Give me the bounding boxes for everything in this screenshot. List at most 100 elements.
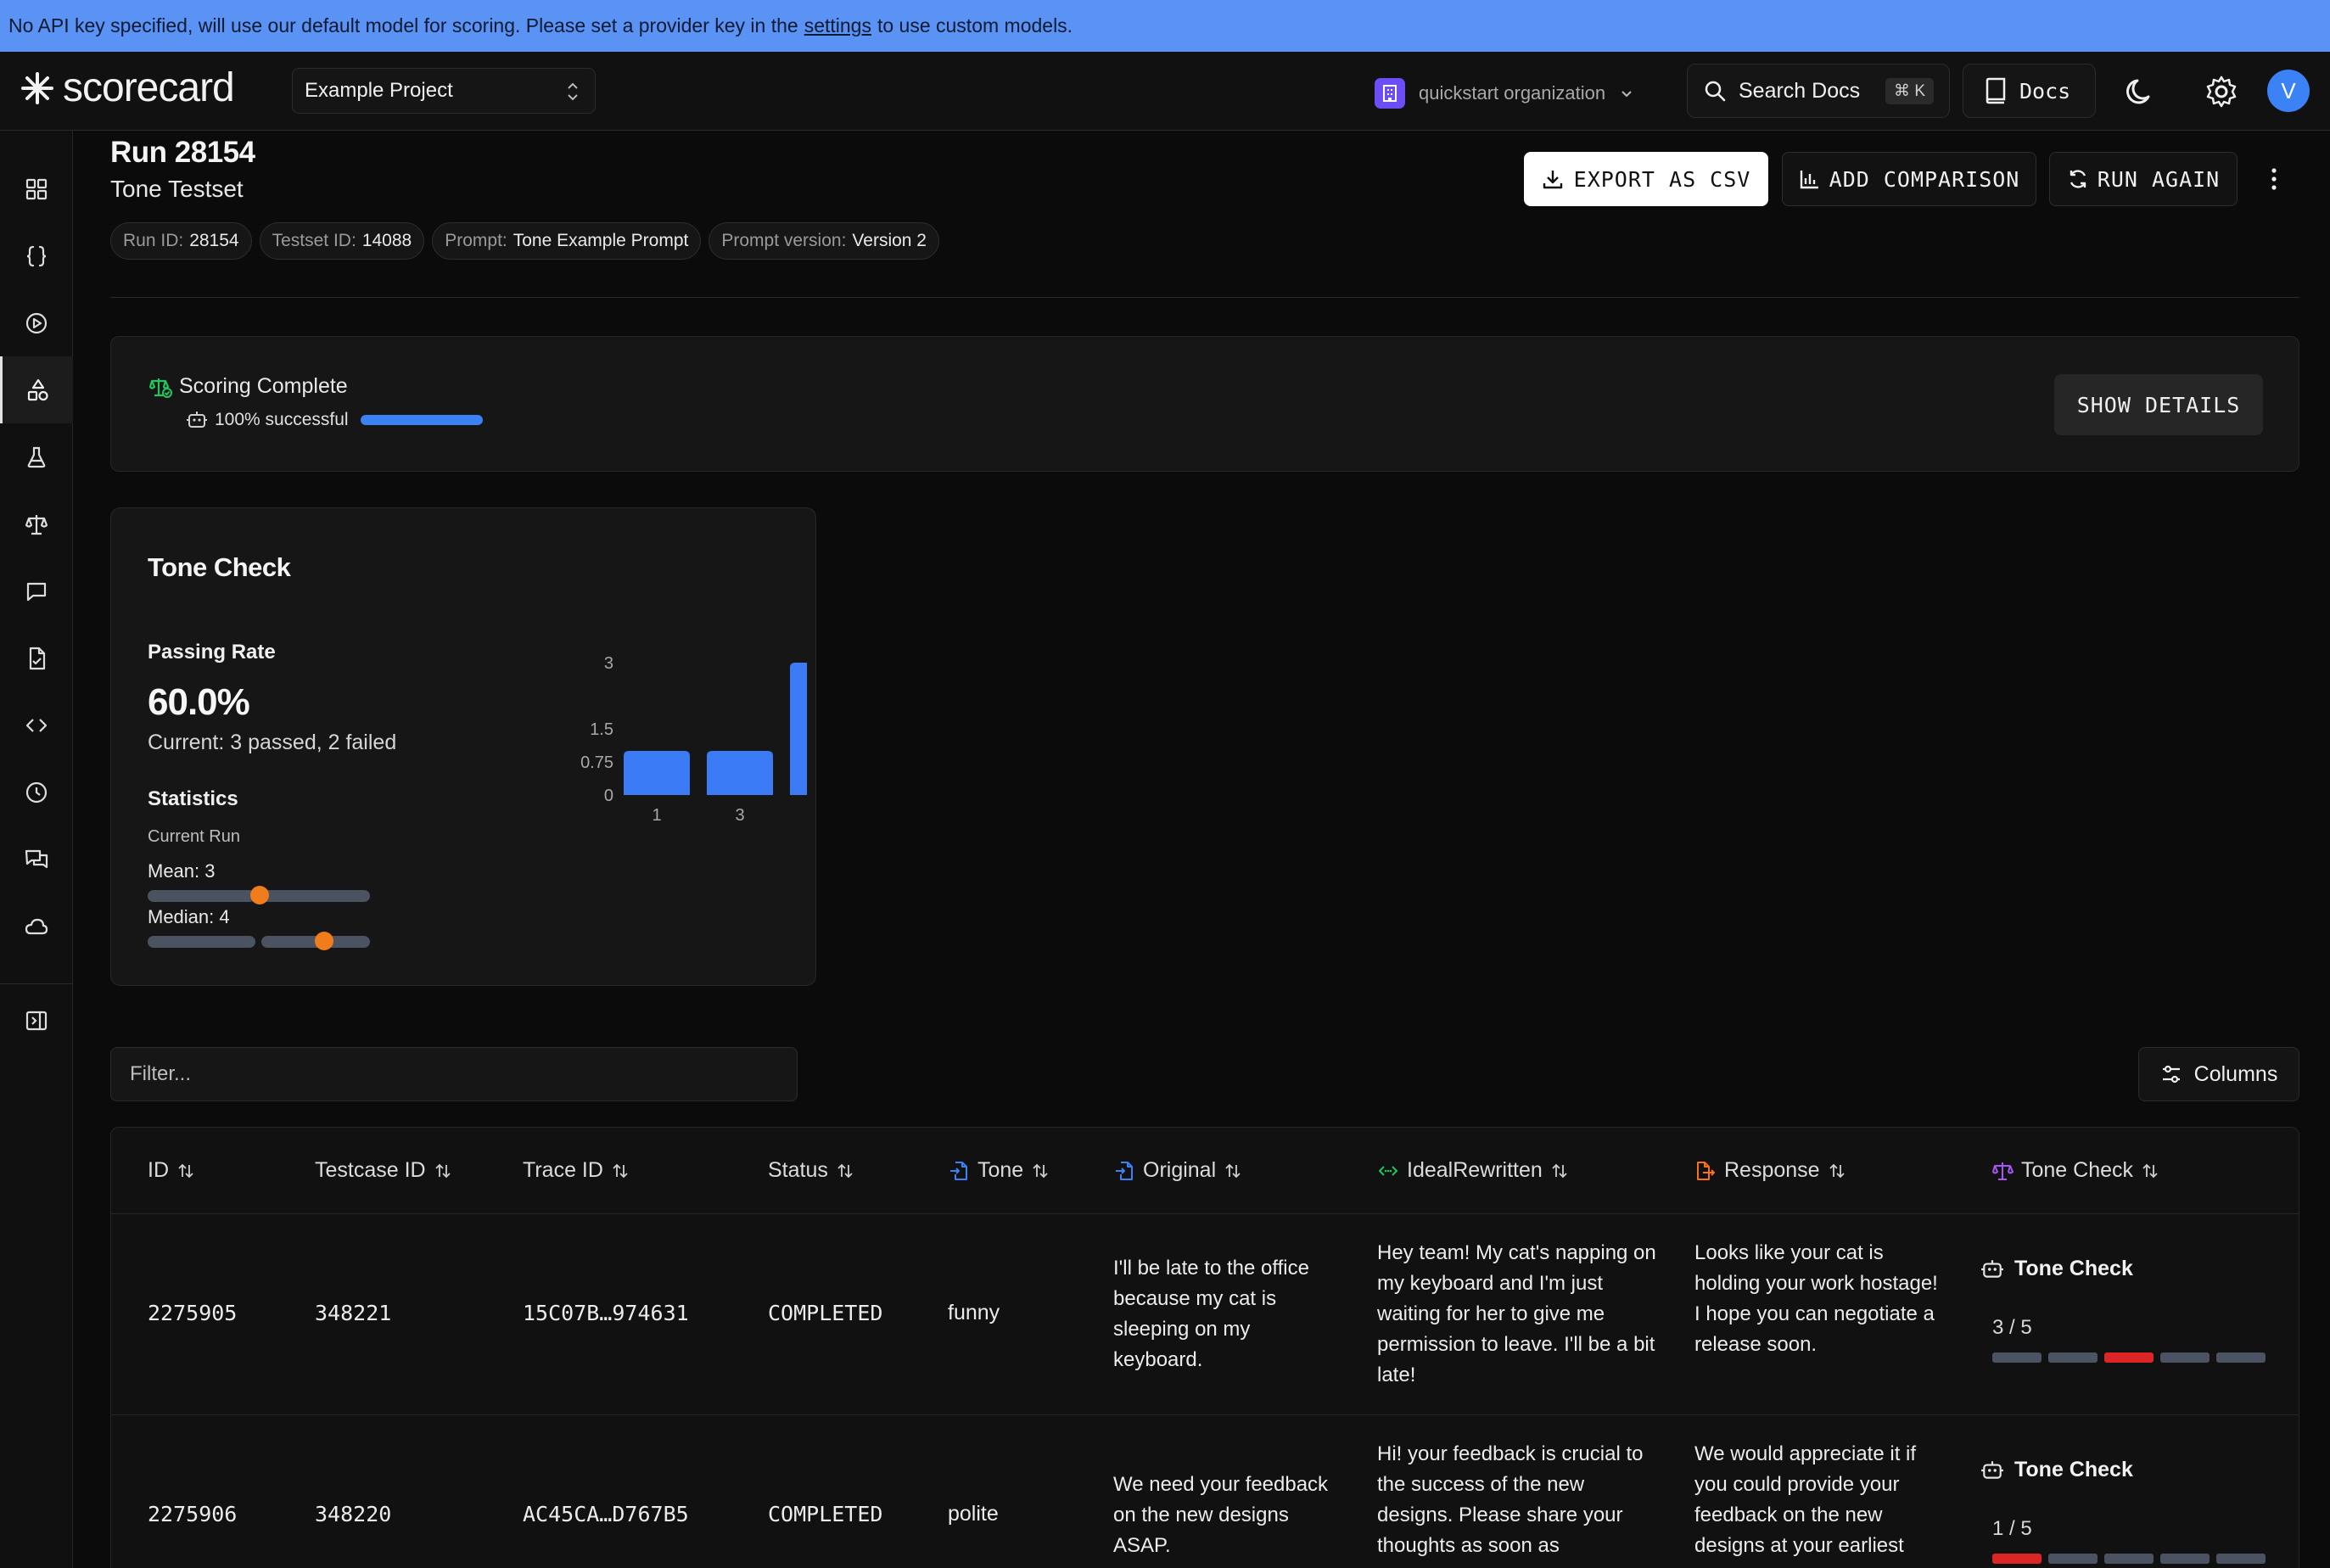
cell-testcase-id[interactable]: 348221 bbox=[315, 1301, 391, 1325]
passing-rate-current: Current: 3 passed, 2 failed bbox=[148, 731, 397, 754]
chip-value: Version 2 bbox=[852, 231, 927, 250]
column-header-trace-id[interactable]: Trace ID bbox=[523, 1158, 630, 1183]
export-csv-button[interactable]: EXPORT AS CSV bbox=[1524, 152, 1768, 206]
export-label: EXPORT AS CSV bbox=[1573, 166, 1751, 192]
bot-icon bbox=[1981, 1460, 2003, 1479]
search-docs-button[interactable]: Search Docs ⌘ K bbox=[1687, 64, 1950, 118]
sidebar-item-code[interactable] bbox=[0, 692, 73, 759]
chevron-down-icon bbox=[1621, 91, 1632, 98]
sidebar-collapse-button[interactable] bbox=[0, 987, 73, 1054]
current-run-label: Current Run bbox=[148, 827, 240, 846]
tone-check-score: 1 / 5 bbox=[1992, 1517, 2032, 1540]
chip-value: 14088 bbox=[361, 231, 412, 250]
project-selector[interactable]: Example Project bbox=[292, 68, 596, 114]
column-header-original[interactable]: Original bbox=[1113, 1158, 1242, 1183]
moon-icon[interactable] bbox=[2123, 75, 2157, 109]
sidebar-item-dashboard[interactable] bbox=[0, 155, 73, 222]
columns-button[interactable]: Columns bbox=[2138, 1047, 2299, 1101]
sidebar-item-scoring[interactable] bbox=[0, 490, 73, 557]
docs-button[interactable]: Docs bbox=[1963, 64, 2096, 118]
scale-segment bbox=[261, 890, 370, 902]
chip-label: Prompt: bbox=[445, 231, 507, 250]
sidebar-item-shapes[interactable] bbox=[0, 356, 73, 423]
sidebar-item-files[interactable] bbox=[0, 624, 73, 692]
mean-indicator bbox=[148, 886, 370, 904]
header-label: Tone Check bbox=[2021, 1158, 2134, 1182]
sidebar-item-braces[interactable] bbox=[0, 222, 73, 289]
organization-selector[interactable]: quickstart organization bbox=[1375, 78, 1634, 109]
chart-bar bbox=[707, 751, 773, 795]
more-vertical-icon bbox=[2271, 168, 2277, 190]
y-tick-label: 0 bbox=[604, 787, 613, 805]
tone-check-score: 3 / 5 bbox=[1992, 1316, 2032, 1339]
sidebar-divider bbox=[0, 983, 73, 984]
sidebar-item-cloud[interactable] bbox=[0, 893, 73, 960]
results-table: ID Testcase ID Trace ID Status Tone Orig… bbox=[110, 1127, 2299, 1568]
project-name: Example Project bbox=[305, 79, 453, 102]
header-label: Original bbox=[1143, 1158, 1217, 1182]
add-comparison-button[interactable]: ADD COMPARISON bbox=[1782, 152, 2036, 206]
cell-original: I'll be late to the office because my ca… bbox=[1113, 1257, 1309, 1371]
run-again-button[interactable]: RUN AGAIN bbox=[2049, 152, 2238, 206]
table-row[interactable]: 2275905 348221 15C07B…974631 COMPLETED f… bbox=[111, 1214, 2299, 1415]
success-text: 100% successful bbox=[215, 410, 349, 429]
user-avatar[interactable]: V bbox=[2267, 70, 2310, 112]
cell-trace-id[interactable]: 15C07B…974631 bbox=[523, 1301, 689, 1325]
book-icon bbox=[1986, 77, 2006, 104]
column-header-id[interactable]: ID bbox=[148, 1158, 195, 1183]
score-segment bbox=[2160, 1554, 2210, 1564]
score-segment bbox=[2216, 1554, 2266, 1564]
gear-icon[interactable] bbox=[2204, 75, 2238, 109]
cell-testcase-id[interactable]: 348220 bbox=[315, 1502, 391, 1526]
sidebar-item-runs[interactable] bbox=[0, 289, 73, 356]
search-icon bbox=[1705, 81, 1726, 102]
sort-icon bbox=[1225, 1163, 1241, 1178]
chip-value: Tone Example Prompt bbox=[512, 231, 689, 250]
column-header-response[interactable]: Response bbox=[1694, 1158, 1846, 1183]
more-options-button[interactable] bbox=[2261, 161, 2287, 197]
sort-icon bbox=[1829, 1163, 1845, 1178]
y-tick-label: 3 bbox=[604, 654, 613, 673]
sidebar-item-messages[interactable] bbox=[0, 557, 73, 624]
cell-id: 2275905 bbox=[148, 1301, 238, 1325]
run-title: Run 28154 bbox=[110, 136, 255, 169]
run-id-chip: Run ID: 28154 bbox=[110, 222, 252, 260]
y-tick-label: 1.5 bbox=[590, 720, 613, 739]
median-label: Median: 4 bbox=[148, 906, 230, 927]
cell-tone: funny bbox=[948, 1301, 1000, 1324]
chart-bar bbox=[790, 663, 807, 795]
sidebar-item-history[interactable] bbox=[0, 759, 73, 826]
tone-check-result[interactable]: Tone Check bbox=[1980, 1458, 2133, 1482]
scale-icon bbox=[25, 514, 48, 535]
y-tick-label: 0.75 bbox=[580, 753, 613, 772]
cell-trace-id[interactable]: AC45CA…D767B5 bbox=[523, 1502, 689, 1526]
scoring-title-text: Scoring Complete bbox=[179, 374, 348, 398]
filter-input[interactable] bbox=[110, 1047, 798, 1101]
tone-check-metric-card: Tone Check Passing Rate 60.0% Current: 3… bbox=[110, 507, 816, 986]
logo[interactable]: scorecard bbox=[20, 67, 235, 109]
prompt-chip[interactable]: Prompt: Tone Example Prompt bbox=[432, 222, 702, 260]
bot-icon bbox=[187, 412, 207, 428]
column-header-status[interactable]: Status bbox=[768, 1158, 854, 1183]
show-details-button[interactable]: SHOW DETAILS bbox=[2054, 374, 2263, 435]
table-row[interactable]: 2275906 348220 AC45CA…D767B5 COMPLETED p… bbox=[111, 1415, 2299, 1568]
sidebar-item-flask[interactable] bbox=[0, 423, 73, 490]
column-header-tone-check[interactable]: Tone Check bbox=[1991, 1158, 2159, 1183]
column-header-testcase-id[interactable]: Testcase ID bbox=[315, 1158, 452, 1183]
sidebar-item-chats[interactable] bbox=[0, 826, 73, 893]
testset-id-chip[interactable]: Testset ID: 14088 bbox=[259, 222, 425, 260]
flask-icon bbox=[27, 446, 46, 468]
header-label: ID bbox=[148, 1158, 169, 1182]
column-header-ideal-rewritten[interactable]: IdealRewritten bbox=[1377, 1158, 1569, 1183]
clock-icon bbox=[25, 781, 48, 803]
column-header-tone[interactable]: Tone bbox=[948, 1158, 1050, 1183]
braces-icon bbox=[26, 245, 47, 266]
cell-id: 2275906 bbox=[148, 1502, 238, 1526]
settings-link[interactable]: settings bbox=[804, 14, 871, 37]
shapes-icon bbox=[27, 378, 48, 400]
tone-check-result[interactable]: Tone Check bbox=[1980, 1257, 2133, 1281]
score-segment bbox=[1992, 1554, 2042, 1564]
prompt-version-chip[interactable]: Prompt version: Version 2 bbox=[709, 222, 939, 260]
score-distribution-chart: 00.751.53134 bbox=[580, 654, 807, 825]
header-label: Tone bbox=[977, 1158, 1024, 1182]
